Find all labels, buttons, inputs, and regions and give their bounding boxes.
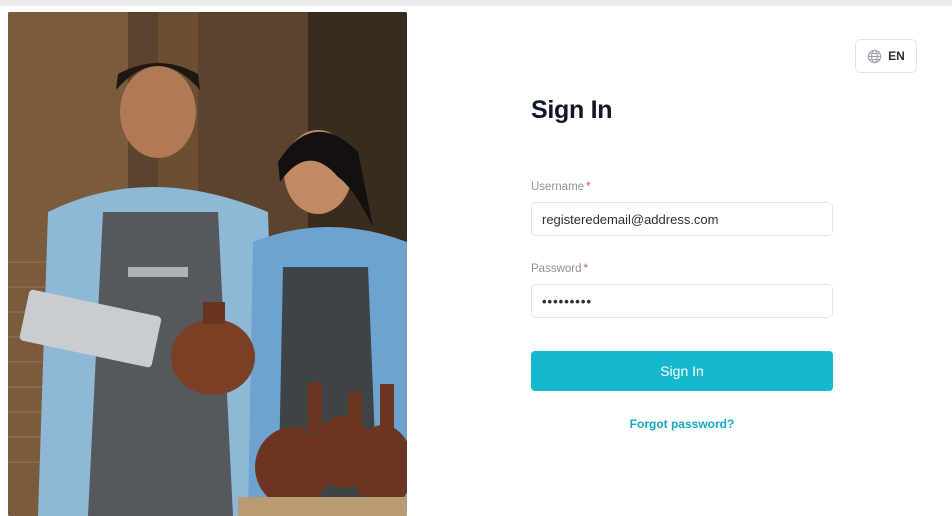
password-field[interactable]: ••••••••• [531,284,833,318]
globe-icon [867,49,882,64]
required-mark: * [586,181,591,193]
page-title: Sign In [531,96,613,124]
hero-illustration [8,12,407,516]
username-label-text: Username [531,181,585,193]
username-label: Username * [531,181,591,193]
password-label: Password * [531,263,588,275]
password-label-text: Password [531,263,582,275]
sign-in-button[interactable]: Sign In [531,351,833,391]
hero-photo [8,12,407,516]
language-label: EN [888,49,905,63]
forgot-password-link[interactable]: Forgot password? [531,417,833,431]
login-page: EN Sign In Username * registeredemail@add… [0,6,952,516]
username-field[interactable]: registeredemail@address.com [531,202,833,236]
required-mark: * [583,263,588,275]
language-selector[interactable]: EN [855,39,917,73]
